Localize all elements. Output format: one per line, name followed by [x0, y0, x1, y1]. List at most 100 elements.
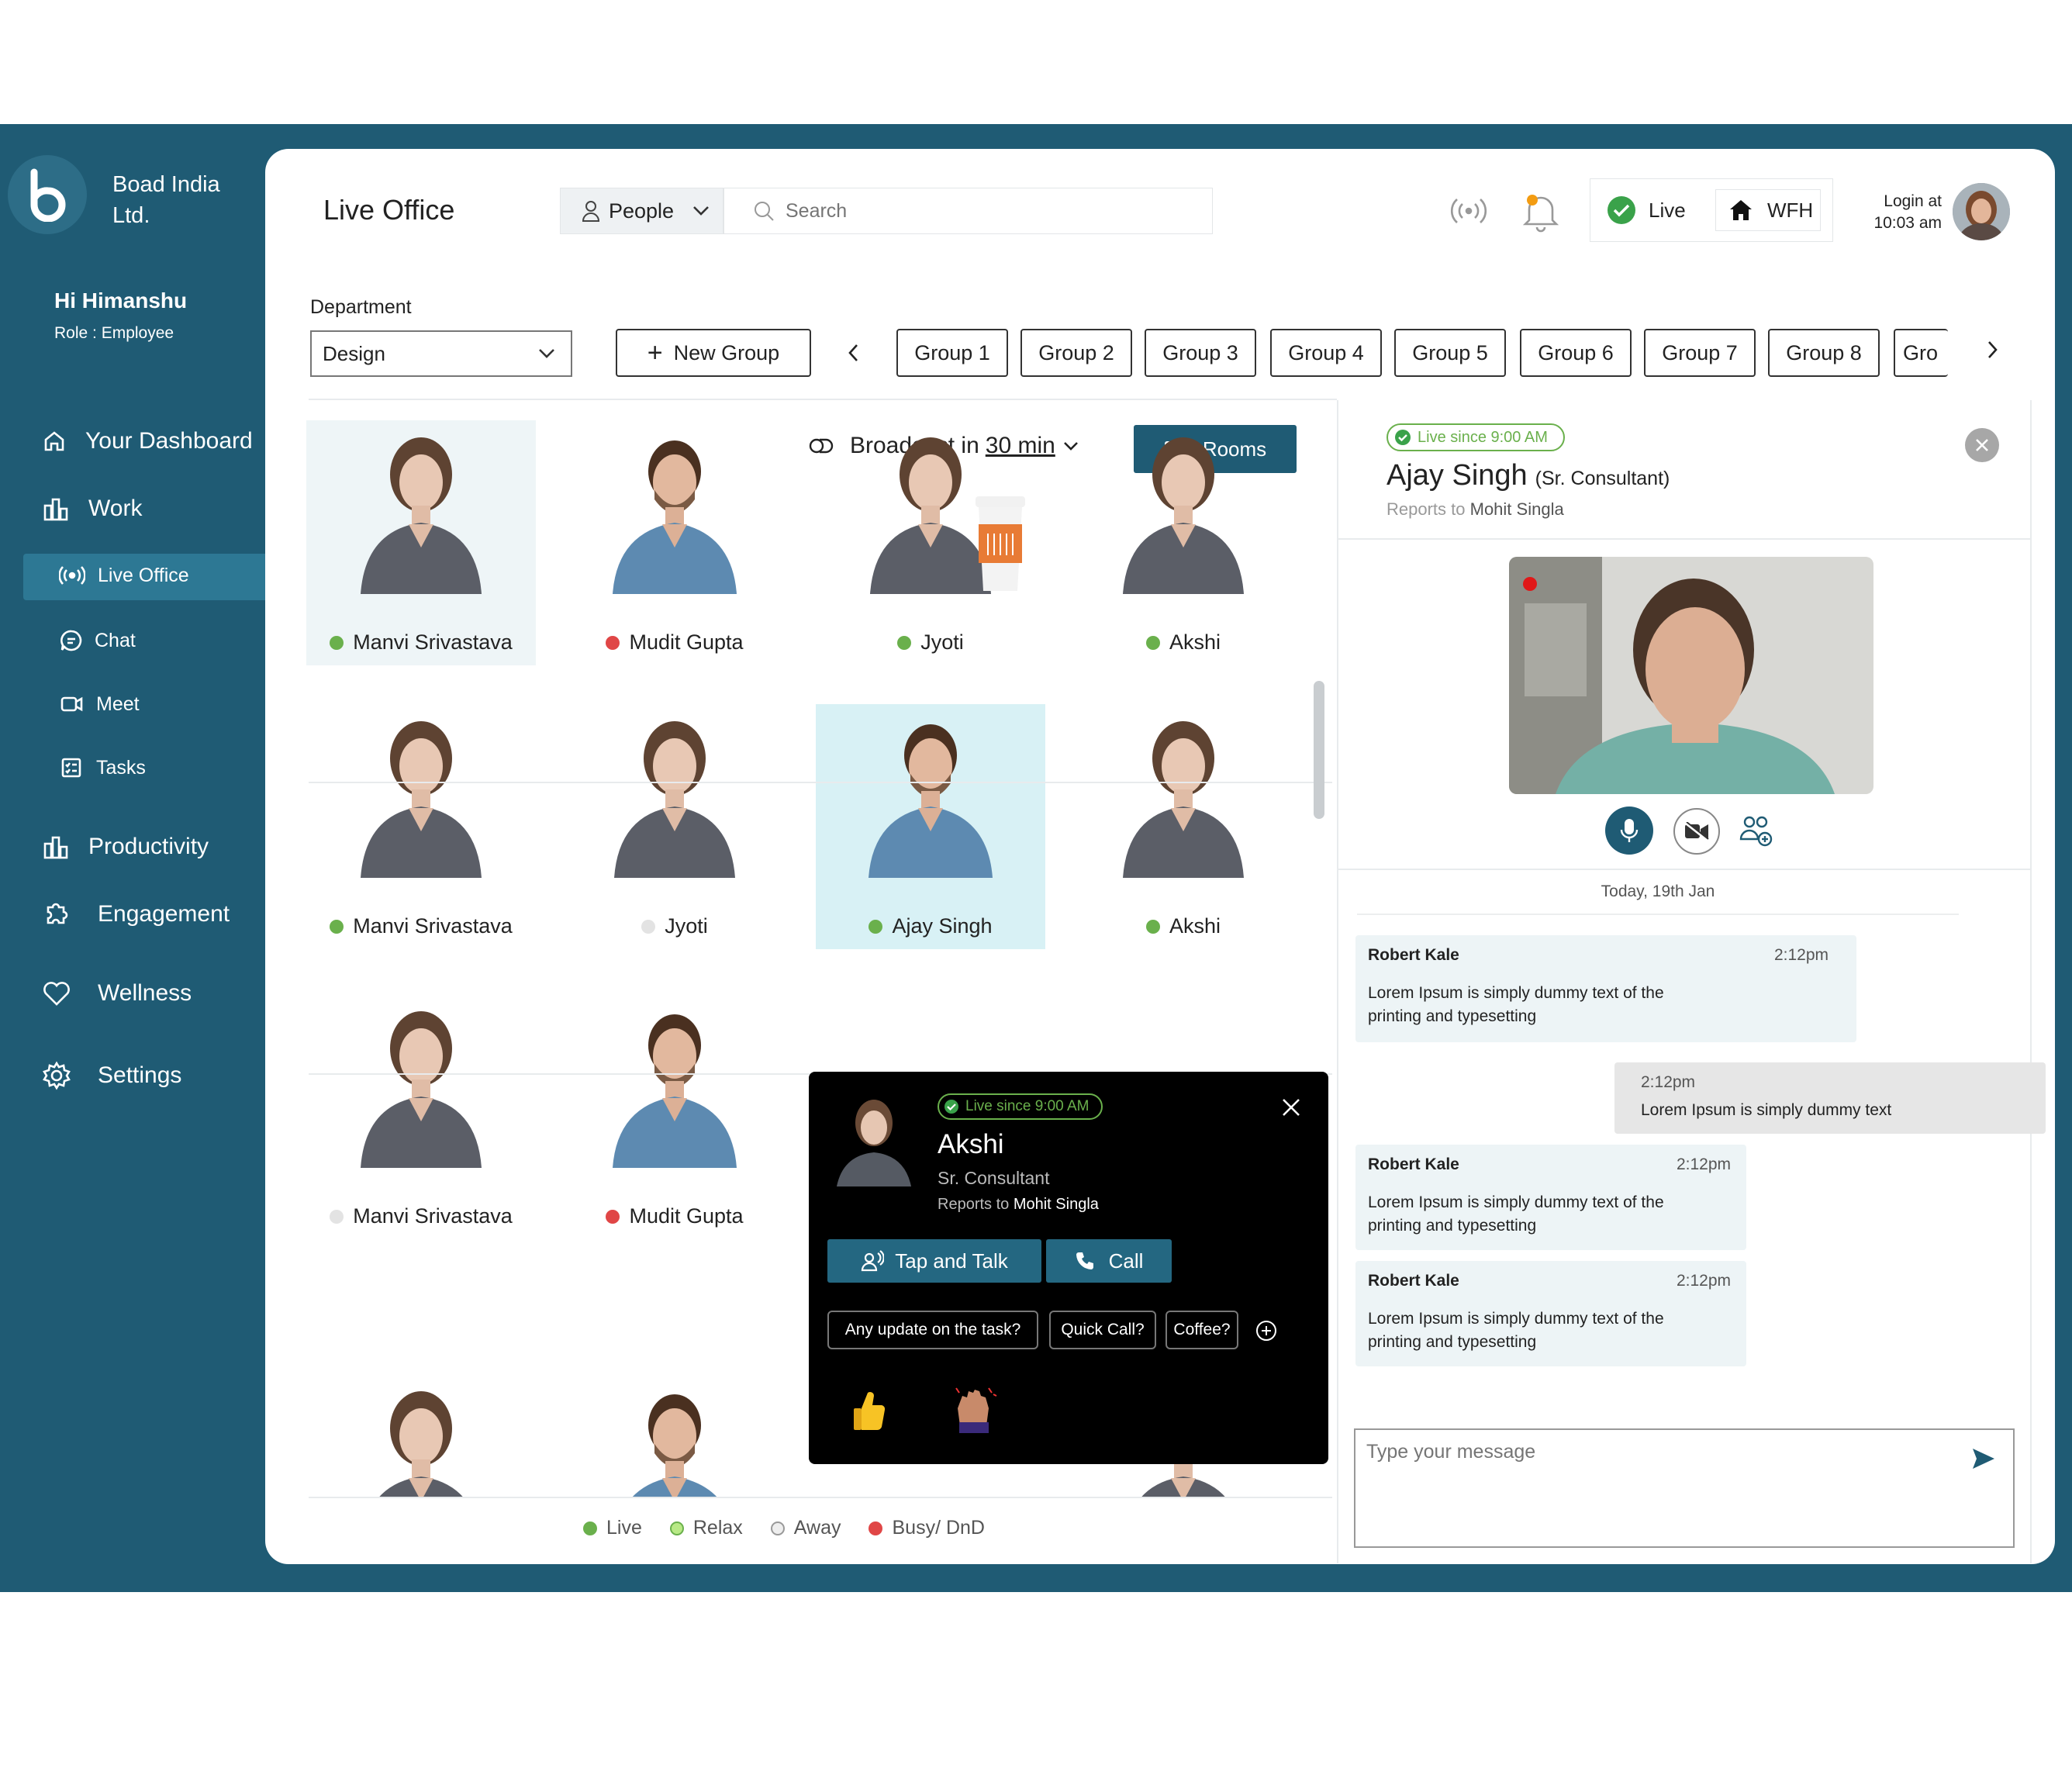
new-group-label: New Group	[673, 340, 780, 364]
close-profile-button[interactable]	[1965, 428, 1999, 462]
person-popup: Live since 9:00 AM Akshi Sr. Consultant …	[809, 1072, 1328, 1464]
close-icon[interactable]	[1282, 1098, 1300, 1117]
divider	[309, 399, 1337, 400]
person-card[interactable]: Akshi	[1069, 420, 1298, 665]
message-time: 2:12pm	[1676, 1155, 1731, 1173]
company-logo[interactable]	[8, 155, 87, 234]
person-card[interactable]: Ajay Singh	[816, 704, 1045, 949]
person-card[interactable]	[560, 1374, 789, 1498]
status-live-option[interactable]: Live	[1607, 195, 1686, 225]
bell-icon[interactable]	[1521, 189, 1560, 233]
popup-live-since: Live since 9:00 AM	[965, 1098, 1090, 1114]
broadcast-signal-icon[interactable]	[1449, 195, 1489, 226]
plus-icon: +	[647, 337, 663, 368]
legend-busy-dot	[869, 1521, 883, 1535]
chat-date: Today, 19th Jan	[1601, 882, 1715, 900]
person-card[interactable]: Mudit Gupta	[560, 994, 789, 1239]
person-card[interactable]: Manvi Srivastava	[306, 420, 536, 665]
search-box[interactable]	[723, 188, 1213, 234]
groups-prev-icon[interactable]	[847, 343, 859, 363]
person-card[interactable]: Manvi Srivastava	[306, 994, 536, 1239]
person-photo	[361, 721, 482, 878]
profile-reports-prefix: Reports to	[1387, 499, 1466, 519]
person-photo	[378, 1391, 464, 1498]
group-button[interactable]: Group 3	[1145, 329, 1256, 377]
department-select[interactable]: Design	[310, 330, 572, 377]
nav-work-label: Work	[88, 496, 143, 521]
people-filter-label: People	[609, 199, 675, 223]
person-name: Manvi Srivastava	[306, 1204, 536, 1228]
group-button[interactable]: Group 4	[1270, 329, 1382, 377]
group-button[interactable]: Group 5	[1394, 329, 1506, 377]
person-card[interactable]	[306, 1374, 536, 1498]
nav-meet-label: Meet	[96, 693, 140, 715]
legend-relax: Relax	[692, 1517, 743, 1539]
grid-scrollbar[interactable]	[1314, 681, 1324, 819]
nav-chat[interactable]: Chat	[59, 628, 136, 653]
nav-live-office[interactable]: Live Office	[59, 564, 189, 587]
login-label: Login at	[1884, 192, 1942, 210]
person-card[interactable]: Jyoti	[816, 420, 1045, 665]
add-circle-icon[interactable]	[1255, 1320, 1277, 1342]
legend-live: Live	[606, 1517, 642, 1539]
group-button[interactable]: Gro	[1894, 329, 1948, 377]
profile-heading: Ajay Singh (Sr. Consultant)	[1387, 459, 1670, 492]
nav-tasks[interactable]: Tasks	[59, 755, 146, 780]
quick-reply-call[interactable]: Quick Call?	[1049, 1311, 1156, 1349]
call-label: Call	[1108, 1249, 1144, 1273]
nav-work[interactable]: Work	[42, 495, 142, 523]
nav-meet[interactable]: Meet	[59, 692, 140, 717]
person-card[interactable]: Jyoti	[560, 704, 789, 949]
person-name-text: Mudit Gupta	[629, 630, 744, 654]
thumbs-up-icon[interactable]	[851, 1388, 888, 1435]
legend-away: Away	[793, 1517, 841, 1539]
tap-and-talk-button[interactable]: Tap and Talk	[827, 1239, 1041, 1283]
person-card[interactable]: Mudit Gupta	[560, 420, 789, 665]
department-label: Department	[310, 296, 412, 318]
group-button[interactable]: Group 2	[1020, 329, 1132, 377]
video-preview[interactable]	[1509, 557, 1873, 794]
productivity-chart-icon	[43, 836, 68, 859]
camera-toggle-button[interactable]	[1673, 808, 1720, 855]
group-button[interactable]: Group 8	[1768, 329, 1880, 377]
group-button[interactable]: Group 1	[896, 329, 1008, 377]
people-filter-dropdown[interactable]: People	[560, 188, 724, 234]
new-group-button[interactable]: + New Group	[616, 329, 811, 377]
nav-wellness[interactable]: Wellness	[42, 980, 192, 1007]
message-time: 2:12pm	[1676, 1272, 1731, 1290]
nav-settings[interactable]: Settings	[42, 1061, 181, 1090]
person-card[interactable]: Manvi Srivastava	[306, 704, 536, 949]
status-dot	[606, 635, 620, 650]
status-dot	[897, 635, 912, 650]
group-button[interactable]: Group 6	[1520, 329, 1632, 377]
nav-engagement[interactable]: Engagement	[42, 900, 230, 929]
person-name-text: Akshi	[1169, 630, 1221, 654]
group-button[interactable]: Group 7	[1644, 329, 1756, 377]
add-people-icon[interactable]	[1739, 813, 1774, 848]
legend-away-dot	[770, 1521, 785, 1535]
message-input[interactable]	[1366, 1441, 1956, 1542]
person-card[interactable]: Akshi	[1069, 704, 1298, 949]
status-wfh-option[interactable]: WFH	[1715, 189, 1821, 231]
nav-dashboard[interactable]: Your Dashboard	[42, 428, 253, 454]
gear-icon	[43, 1061, 71, 1090]
quick-reply-coffee[interactable]: Coffee?	[1166, 1311, 1238, 1349]
recording-dot	[1523, 577, 1537, 591]
chat-message: Robert Kale 2:12pm Lorem Ipsum is simply…	[1355, 1261, 1746, 1366]
groups-next-icon[interactable]	[1987, 340, 1999, 360]
nav-tasks-label: Tasks	[96, 756, 146, 779]
high-five-icon[interactable]	[951, 1385, 998, 1435]
user-avatar[interactable]	[1953, 183, 2010, 240]
panel-divider	[1337, 400, 1338, 1563]
quick-reply-update[interactable]: Any update on the task?	[827, 1311, 1038, 1349]
send-icon[interactable]	[1971, 1447, 1996, 1470]
message-text: Lorem Ipsum is simply dummy text of the p…	[1368, 1307, 1734, 1354]
call-button[interactable]: Call	[1046, 1239, 1172, 1283]
mic-button[interactable]	[1605, 807, 1653, 855]
search-input[interactable]	[786, 199, 1189, 223]
person-name: Akshi	[1069, 914, 1298, 938]
popup-reports: Reports to Mohit Singla	[938, 1196, 1099, 1214]
nav-productivity[interactable]: Productivity	[42, 833, 209, 861]
chat-message: Robert Kale 2:12pm Lorem Ipsum is simply…	[1355, 935, 1856, 1042]
person-name-text: Manvi Srivastava	[353, 914, 513, 938]
